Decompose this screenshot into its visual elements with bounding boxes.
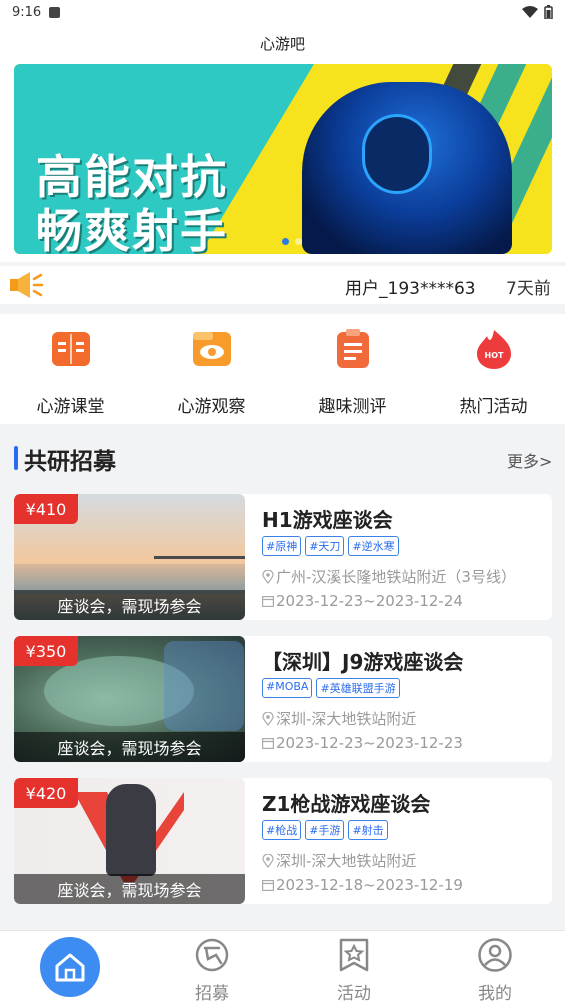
location-text: 深圳-深大地铁站附近 <box>276 710 417 728</box>
recruit-card[interactable]: ¥420 座谈会，需现场参会 Z1枪战游戏座谈会 #枪战 #手游 #射击 深圳-… <box>14 778 552 904</box>
banner-headline: 高能对抗 畅爽射手 <box>36 150 228 254</box>
tag: #天刀 <box>305 536 345 556</box>
tag: #MOBA <box>262 678 313 698</box>
nav-activity[interactable]: 活动 <box>299 931 409 1004</box>
nav-profile[interactable]: 我的 <box>440 931 550 1004</box>
svg-text:HOT: HOT <box>484 351 503 360</box>
calendar-icon <box>262 738 274 749</box>
card-location: 深圳-深大地铁站附近 <box>262 708 416 729</box>
wifi-icon <box>522 6 538 18</box>
tag: #英雄联盟手游 <box>316 678 400 698</box>
location-text: 深圳-深大地铁站附近 <box>276 852 417 870</box>
section-header: 共研招募 更多> <box>0 434 565 484</box>
banner-dot[interactable] <box>295 238 302 245</box>
tag: #原神 <box>262 536 302 556</box>
calendar-icon <box>262 596 274 607</box>
app-header: 心游吧 <box>0 24 565 62</box>
quick-label: 心游课堂 <box>36 397 105 417</box>
tag: #手游 <box>305 820 345 840</box>
quick-item-classroom[interactable]: 心游课堂 <box>0 314 141 424</box>
profile-icon <box>478 938 512 972</box>
nav-label: 我的 <box>478 984 512 1004</box>
quick-item-observe[interactable]: 心游观察 <box>141 314 282 424</box>
price-badge: ¥410 <box>14 494 78 524</box>
book-icon <box>51 332 90 366</box>
location-pin-icon <box>262 853 274 868</box>
thumb-hero <box>164 641 244 731</box>
card-thumbnail: ¥420 座谈会，需现场参会 <box>14 778 245 904</box>
card-date: 2023-12-23~2023-12-23 <box>262 734 463 752</box>
price-badge: ¥420 <box>14 778 78 808</box>
quick-entry-grid: 心游课堂 心游观察 趣味测评 HOT 热门活动 <box>0 314 565 424</box>
status-bar: 9:16 <box>0 0 565 24</box>
card-tags: #原神 #天刀 #逆水寒 <box>262 536 399 556</box>
battery-icon <box>544 5 553 19</box>
tag: #枪战 <box>262 820 302 840</box>
banner-dot[interactable] <box>282 238 289 245</box>
banner-line-2: 畅爽射手 <box>36 204 228 254</box>
recruit-card[interactable]: ¥410 座谈会，需现场参会 H1游戏座谈会 #原神 #天刀 #逆水寒 广州-汉… <box>14 494 552 620</box>
card-thumbnail: ¥410 座谈会，需现场参会 <box>14 494 245 620</box>
eye-folder-icon <box>192 332 231 366</box>
thumb-agent <box>106 784 156 876</box>
page-title: 心游吧 <box>259 34 305 53</box>
banner-pagination <box>282 238 302 245</box>
home-icon <box>55 953 85 982</box>
quick-item-test[interactable]: 趣味测评 <box>282 314 423 424</box>
tag: #逆水寒 <box>348 536 399 556</box>
quick-item-hot[interactable]: HOT 热门活动 <box>423 314 564 424</box>
card-location: 广州-汉溪长隆地铁站附近（3号线） <box>262 566 516 587</box>
location-pin-icon <box>262 711 274 726</box>
date-text: 2023-12-23~2023-12-23 <box>276 734 463 752</box>
more-link[interactable]: 更多> <box>507 448 552 472</box>
notice-message: 用户_193****63 <box>345 279 476 299</box>
promo-banner[interactable]: 高能对抗 畅爽射手 <box>14 64 552 254</box>
card-thumbnail: ¥350 座谈会，需现场参会 <box>14 636 245 762</box>
card-date: 2023-12-23~2023-12-24 <box>262 592 463 610</box>
recruit-icon <box>195 938 229 972</box>
date-text: 2023-12-18~2023-12-19 <box>276 876 463 894</box>
card-caption: 座谈会，需现场参会 <box>14 590 245 620</box>
card-tags: #枪战 #手游 #射击 <box>262 820 388 840</box>
date-text: 2023-12-23~2023-12-24 <box>276 592 463 610</box>
clipboard-icon <box>336 329 369 368</box>
card-tags: #MOBA #英雄联盟手游 <box>262 678 400 698</box>
quick-label: 趣味测评 <box>318 397 387 417</box>
card-title: 【深圳】J9游戏座谈会 <box>262 650 464 674</box>
speaker-icon <box>10 272 44 298</box>
section-accent-bar <box>14 446 18 470</box>
card-location: 深圳-深大地铁站附近 <box>262 850 416 871</box>
location-pin-icon <box>262 569 274 584</box>
thumb-railing <box>154 556 245 559</box>
bottom-nav: 招募 活动 我的 <box>0 930 565 1004</box>
card-title: Z1枪战游戏座谈会 <box>262 792 431 816</box>
quick-label: 热门活动 <box>459 397 528 417</box>
recruit-card[interactable]: ¥350 座谈会，需现场参会 【深圳】J9游戏座谈会 #MOBA #英雄联盟手游… <box>14 636 552 762</box>
notice-time: 7天前 <box>506 279 551 299</box>
price-badge: ¥350 <box>14 636 78 666</box>
status-time: 9:16 <box>12 4 42 20</box>
banner-area: 高能对抗 畅爽射手 <box>0 62 565 262</box>
hot-fire-icon: HOT <box>476 330 511 369</box>
card-caption: 座谈会，需现场参会 <box>14 732 245 762</box>
nav-label: 招募 <box>195 984 229 1004</box>
card-date: 2023-12-18~2023-12-19 <box>262 876 463 894</box>
notification-a-icon <box>49 6 61 18</box>
quick-label: 心游观察 <box>177 397 246 417</box>
nav-label: 活动 <box>337 984 371 1004</box>
nav-home[interactable] <box>40 937 100 997</box>
banner-line-1: 高能对抗 <box>36 150 228 204</box>
card-title: H1游戏座谈会 <box>262 508 393 532</box>
activity-icon <box>339 938 369 972</box>
nav-recruit[interactable]: 招募 <box>157 931 267 1004</box>
tag: #射击 <box>348 820 388 840</box>
calendar-icon <box>262 880 274 891</box>
banner-character-head <box>362 114 432 194</box>
location-text: 广州-汉溪长隆地铁站附近（3号线） <box>276 568 516 586</box>
notice-bar[interactable]: 用户_193****63 7天前 <box>0 266 565 304</box>
card-caption: 座谈会，需现场参会 <box>14 874 245 904</box>
section-title: 共研招募 <box>24 449 116 475</box>
